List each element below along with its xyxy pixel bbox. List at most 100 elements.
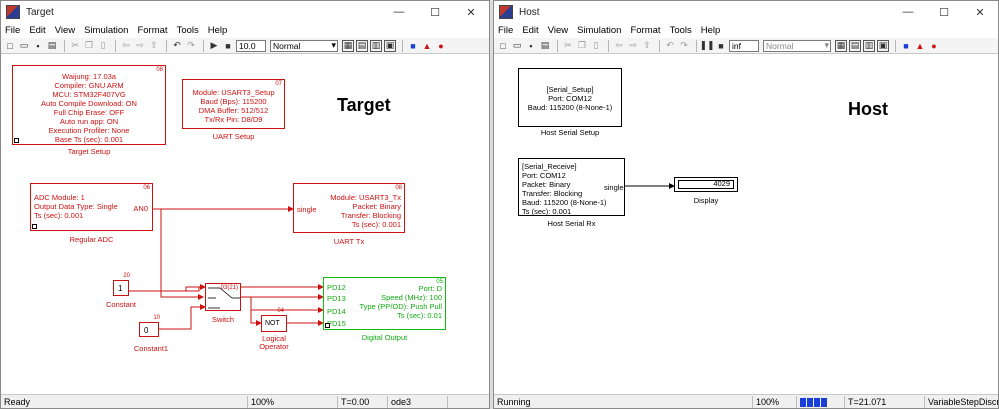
undo-icon[interactable]: ↶ (664, 40, 676, 52)
status-progress (796, 396, 844, 408)
stop-time-input[interactable]: 10.0 (236, 39, 266, 52)
close-button[interactable]: ✕ (962, 1, 998, 23)
open-icon[interactable]: ▭ (18, 40, 30, 52)
back-icon[interactable]: ⇦ (120, 40, 132, 52)
paste-icon[interactable]: ▯ (590, 40, 602, 52)
menu-bar: File Edit View Simulation Format Tools H… (494, 23, 998, 38)
menu-simulation[interactable]: Simulation (84, 25, 128, 36)
model-canvas[interactable]: [Serial_Setup] Port: COM12 Baud: 115200 … (494, 55, 998, 394)
library-browser-icon[interactable]: ▥ (370, 39, 382, 52)
progress-indicator (800, 398, 828, 408)
menu-tools[interactable]: Tools (670, 25, 692, 36)
up-icon[interactable]: ⇧ (148, 40, 160, 52)
digital-output-label: Digital Output (361, 333, 408, 342)
digital-output-text: Port: D Speed (MHz): 100 Type (PP/OD): P… (359, 284, 442, 320)
menu-edit[interactable]: Edit (29, 25, 45, 36)
model-explorer-icon[interactable]: ▤ (849, 39, 861, 52)
forward-icon[interactable]: ⇨ (627, 40, 639, 52)
redo-icon[interactable]: ↷ (678, 40, 690, 52)
undo-icon[interactable]: ↶ (171, 40, 183, 52)
menu-tools[interactable]: Tools (177, 25, 199, 36)
forward-icon[interactable]: ⇨ (134, 40, 146, 52)
target-connect-icon[interactable]: ■ (407, 40, 419, 52)
target-download-icon[interactable]: ▲ (421, 40, 433, 52)
toolbar-divider (203, 39, 204, 52)
constant-block[interactable]: 20 1 (113, 273, 130, 296)
logical-operator-block[interactable]: 04 NOT (261, 308, 287, 332)
debug-icon[interactable]: ▣ (384, 39, 396, 52)
maximize-button[interactable]: ☐ (417, 1, 453, 23)
block-link-icon (14, 138, 19, 143)
print-icon[interactable]: ▤ (46, 40, 58, 52)
cut-icon[interactable]: ✂ (69, 40, 81, 52)
stop-time-input[interactable]: inf (729, 39, 759, 52)
menu-help[interactable]: Help (701, 25, 721, 36)
redo-icon[interactable]: ↷ (185, 40, 197, 52)
simulation-mode-select[interactable]: Normal (270, 39, 338, 52)
build-icon[interactable]: ▦ (835, 39, 847, 52)
menu-help[interactable]: Help (208, 25, 228, 36)
target-download-icon[interactable]: ▲ (914, 40, 926, 52)
simulink-app-icon (499, 5, 513, 19)
host-serial-rx-label: Host Serial Rx (547, 219, 596, 228)
menu-format[interactable]: Format (137, 25, 167, 36)
new-icon[interactable]: □ (497, 40, 509, 52)
copy-icon[interactable]: ❐ (83, 40, 95, 52)
simulation-mode-select[interactable]: Normal (763, 39, 831, 52)
model-explorer-icon[interactable]: ▤ (356, 39, 368, 52)
target-connect-icon[interactable]: ■ (900, 40, 912, 52)
menu-simulation[interactable]: Simulation (577, 25, 621, 36)
maximize-button[interactable]: ☐ (926, 1, 962, 23)
display-block[interactable]: 4029 (674, 177, 738, 192)
pause-simulation-icon[interactable]: ❚❚ (699, 40, 714, 52)
regular-adc-label: Regular ADC (69, 235, 114, 244)
copy-icon[interactable]: ❐ (576, 40, 588, 52)
library-browser-icon[interactable]: ▥ (863, 39, 875, 52)
menu-file[interactable]: File (498, 25, 513, 36)
progress-block (814, 398, 820, 407)
debug-icon[interactable]: ▣ (877, 39, 889, 52)
cut-icon[interactable]: ✂ (562, 40, 574, 52)
minimize-button[interactable]: — (890, 1, 926, 23)
uart-setup-block[interactable]: 07 Module: USART3_Setup Baud (Bps): 1152… (182, 79, 285, 129)
simulink-app-icon (6, 5, 20, 19)
target-setup-block[interactable]: 08 Waijung: 17.03a Compiler: GNU ARM MCU… (12, 65, 166, 145)
menu-view[interactable]: View (548, 25, 568, 36)
title-bar[interactable]: Target — ☐ ✕ (1, 1, 489, 23)
regular-adc-block[interactable]: 06 ADC Module: 1 Output Data Type: Singl… (30, 183, 153, 231)
status-solver: ode3 (387, 396, 447, 408)
digital-output-block[interactable]: 05 PD12 PD13 PD14 PD15 Port: D Speed (MH… (323, 277, 446, 330)
menu-file[interactable]: File (5, 25, 20, 36)
up-icon[interactable]: ⇧ (641, 40, 653, 52)
window-title: Target (26, 6, 54, 18)
title-bar[interactable]: Host — ☐ ✕ (494, 1, 998, 23)
menu-view[interactable]: View (55, 25, 75, 36)
menu-format[interactable]: Format (630, 25, 660, 36)
menu-edit[interactable]: Edit (522, 25, 538, 36)
build-icon[interactable]: ▦ (342, 39, 354, 52)
switch-block[interactable]: 03(21) (205, 283, 241, 311)
block-link-icon (32, 224, 37, 229)
paste-icon[interactable]: ▯ (97, 40, 109, 52)
minimize-button[interactable]: — (381, 1, 417, 23)
new-icon[interactable]: □ (4, 40, 16, 52)
host-serial-setup-block[interactable]: [Serial_Setup] Port: COM12 Baud: 115200 … (518, 68, 622, 127)
stop-target-icon[interactable]: ● (435, 40, 447, 52)
host-serial-setup-label: Host Serial Setup (540, 128, 600, 137)
model-canvas[interactable]: 08 Waijung: 17.03a Compiler: GNU ARM MCU… (1, 55, 489, 394)
close-button[interactable]: ✕ (453, 1, 489, 23)
start-simulation-icon[interactable]: ▶ (208, 40, 220, 52)
logical-operator-label: Logical Operator (259, 334, 289, 351)
host-serial-setup-text: [Serial_Setup] Port: COM12 Baud: 115200 … (527, 85, 613, 112)
save-icon[interactable]: ▪ (32, 40, 44, 52)
save-icon[interactable]: ▪ (525, 40, 537, 52)
constant1-block[interactable]: 10 0 (139, 315, 160, 337)
uart-tx-block[interactable]: 08 Module: USART3_Tx Packet: Binary Tran… (293, 183, 405, 233)
stop-simulation-icon[interactable]: ■ (715, 40, 727, 52)
print-icon[interactable]: ▤ (539, 40, 551, 52)
stop-simulation-icon[interactable]: ■ (222, 40, 234, 52)
toolbar-divider (115, 39, 116, 52)
back-icon[interactable]: ⇦ (613, 40, 625, 52)
open-icon[interactable]: ▭ (511, 40, 523, 52)
stop-target-icon[interactable]: ● (928, 40, 940, 52)
